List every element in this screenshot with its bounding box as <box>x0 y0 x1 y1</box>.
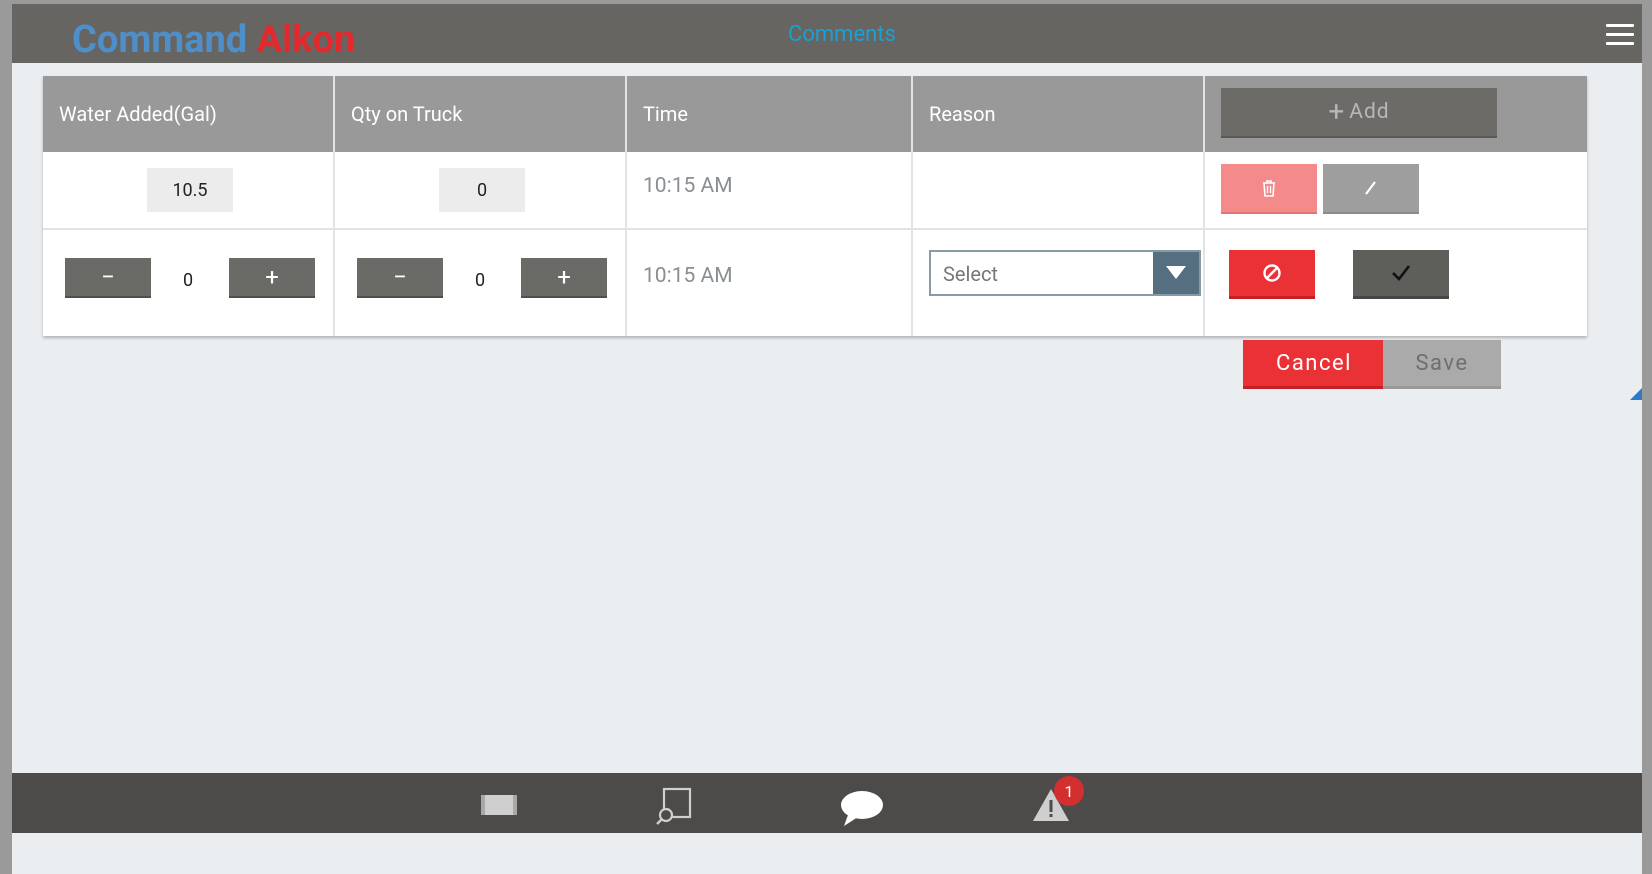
water-added-stepper-value: 0 <box>182 270 194 291</box>
plus-icon: + <box>1328 95 1346 128</box>
column-header-time: Time <box>627 76 911 152</box>
chevron-down-icon <box>1153 252 1199 294</box>
edit-button[interactable] <box>1323 164 1419 214</box>
confirm-row-button[interactable] <box>1353 250 1449 299</box>
water-added-table: Water Added(Gal) Qty on Truck Time Reaso… <box>43 76 1587 336</box>
brand-logo: Command Alkon <box>72 18 355 62</box>
app-window: Command Alkon Comments Water Added(Gal) … <box>12 4 1642 874</box>
save-button[interactable]: Save <box>1383 340 1501 389</box>
resize-corner-icon <box>1630 388 1642 400</box>
qty-decrement-button[interactable]: − <box>357 258 443 298</box>
pencil-icon <box>1365 181 1376 195</box>
cancel-button[interactable]: Cancel <box>1243 340 1385 389</box>
checkmark-icon <box>1392 265 1411 281</box>
trash-icon <box>1263 180 1275 197</box>
column-header-qty: Qty on Truck <box>335 76 625 152</box>
block-icon <box>1263 264 1281 282</box>
reason-select-placeholder: Select <box>943 262 998 286</box>
logo-alkon: Alkon <box>256 18 356 62</box>
cancel-row-button[interactable] <box>1229 250 1315 299</box>
map-search-icon[interactable] <box>654 787 694 831</box>
water-decrement-button[interactable]: − <box>65 258 151 298</box>
time-value-edit: 10:15 AM <box>643 264 733 288</box>
comments-icon[interactable] <box>840 789 884 831</box>
delete-button[interactable] <box>1221 164 1317 214</box>
qty-on-truck-value: 0 <box>439 168 525 212</box>
qty-increment-button[interactable]: + <box>521 258 607 298</box>
column-header-water: Water Added(Gal) <box>43 76 333 152</box>
water-increment-button[interactable]: + <box>229 258 315 298</box>
qty-stepper-value: 0 <box>474 270 486 291</box>
time-value: 10:15 AM <box>643 174 733 198</box>
alert-count-badge: 1 <box>1054 776 1084 806</box>
logo-command: Command <box>72 18 248 62</box>
top-bar: Command Alkon Comments <box>12 4 1642 63</box>
hamburger-menu-icon[interactable] <box>1606 24 1634 46</box>
reason-select[interactable]: Select <box>929 250 1201 296</box>
water-added-value: 10.5 <box>147 168 233 212</box>
ticket-icon[interactable] <box>480 793 518 821</box>
add-button[interactable]: + Add <box>1221 88 1497 138</box>
page-title: Comments <box>788 22 896 47</box>
add-label: Add <box>1349 100 1390 124</box>
column-header-reason: Reason <box>913 76 1203 152</box>
bottom-nav-bar <box>12 773 1642 833</box>
